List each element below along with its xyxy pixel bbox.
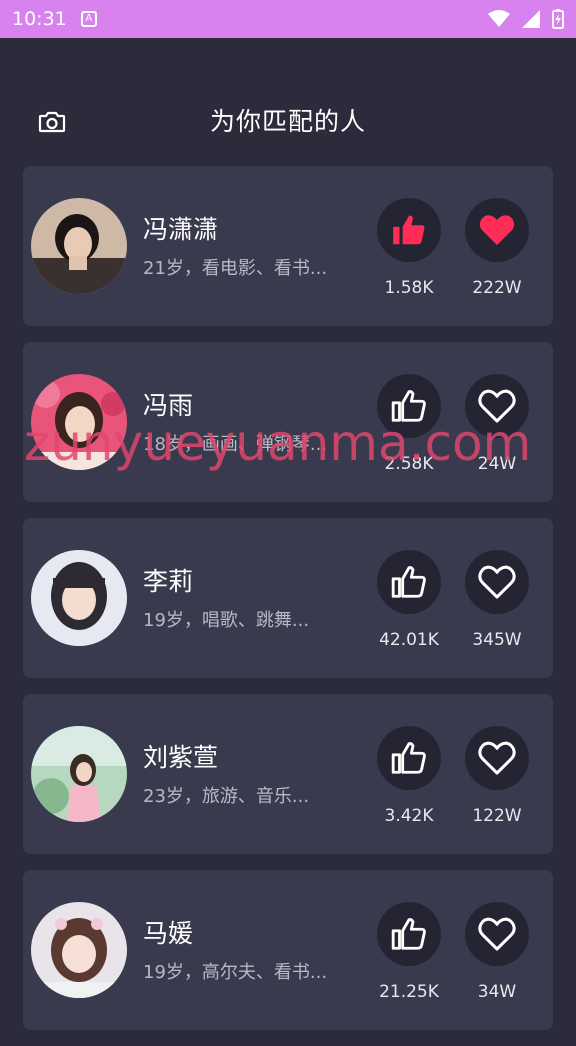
battery-icon: [552, 9, 564, 29]
like-button[interactable]: [377, 550, 441, 614]
notification-a-icon: A: [80, 11, 97, 27]
avatar[interactable]: [31, 902, 127, 998]
thumbs-up-icon: [393, 215, 425, 245]
like-count: 42.01K: [379, 630, 439, 650]
avatar[interactable]: [31, 726, 127, 822]
profile-description: 23岁，旅游、音乐...: [143, 786, 310, 807]
favorite-button[interactable]: [465, 198, 529, 262]
header: 为你匹配的人: [0, 88, 576, 152]
like-count: 1.58K: [384, 278, 434, 298]
thumbs-up-icon: [391, 566, 426, 598]
heart-icon: [478, 917, 516, 951]
like-count: 3.42K: [384, 806, 434, 826]
profile-name: 刘紫萱: [143, 743, 219, 772]
profile-name: 冯潇潇: [143, 215, 219, 244]
status-time: 10:31: [12, 8, 67, 30]
favorite-count: 24W: [477, 454, 517, 474]
profile-description: 19岁，唱歌、跳舞...: [143, 610, 310, 631]
favorite-count: 222W: [472, 278, 522, 298]
heart-icon: [479, 215, 515, 245]
profile-card[interactable]: 刘紫萱 23岁，旅游、音乐... 3.42K 122W: [23, 694, 553, 854]
favorite-count: 122W: [472, 806, 522, 826]
favorite-button[interactable]: [465, 374, 529, 438]
like-button[interactable]: [377, 198, 441, 262]
heart-icon: [478, 389, 516, 423]
profile-name: 冯雨: [143, 391, 194, 420]
thumbs-up-icon: [391, 918, 426, 950]
favorite-button[interactable]: [465, 550, 529, 614]
profile-description: 18岁，画画、弹钢琴...: [143, 434, 328, 455]
profile-description: 21岁，看电影、看书...: [143, 258, 328, 279]
heart-icon: [478, 565, 516, 599]
like-button[interactable]: [377, 726, 441, 790]
thumbs-up-icon: [391, 742, 426, 774]
profile-name: 李莉: [143, 567, 194, 596]
profile-card[interactable]: 李莉 19岁，唱歌、跳舞... 42.01K 345W: [23, 518, 553, 678]
signal-icon: [522, 10, 540, 28]
avatar[interactable]: [31, 550, 127, 646]
like-button[interactable]: [377, 374, 441, 438]
like-count: 2.58K: [384, 454, 434, 474]
favorite-count: 345W: [472, 630, 522, 650]
profile-name: 马媛: [143, 919, 194, 948]
avatar[interactable]: [31, 374, 127, 470]
status-bar: 10:31 A: [0, 0, 576, 38]
like-button[interactable]: [377, 902, 441, 966]
thumbs-up-icon: [391, 390, 426, 422]
favorite-button[interactable]: [465, 902, 529, 966]
profile-card[interactable]: 马媛 19岁，高尔夫、看书... 21.25K 34W: [23, 870, 553, 1030]
avatar[interactable]: [31, 198, 127, 294]
favorite-count: 34W: [477, 982, 517, 1002]
favorite-button[interactable]: [465, 726, 529, 790]
heart-icon: [478, 741, 516, 775]
wifi-icon: [488, 10, 510, 27]
profile-card[interactable]: 冯潇潇 21岁，看电影、看书... 1.58K 222W: [23, 166, 553, 326]
profile-description: 19岁，高尔夫、看书...: [143, 962, 328, 983]
profile-card[interactable]: 冯雨 18岁，画画、弹钢琴... 2.58K 24W: [23, 342, 553, 502]
match-list: 冯潇潇 21岁，看电影、看书... 1.58K 222W 冯雨 18岁，画画、弹…: [23, 166, 553, 1046]
like-count: 21.25K: [379, 982, 439, 1002]
page-title: 为你匹配的人: [209, 107, 366, 136]
